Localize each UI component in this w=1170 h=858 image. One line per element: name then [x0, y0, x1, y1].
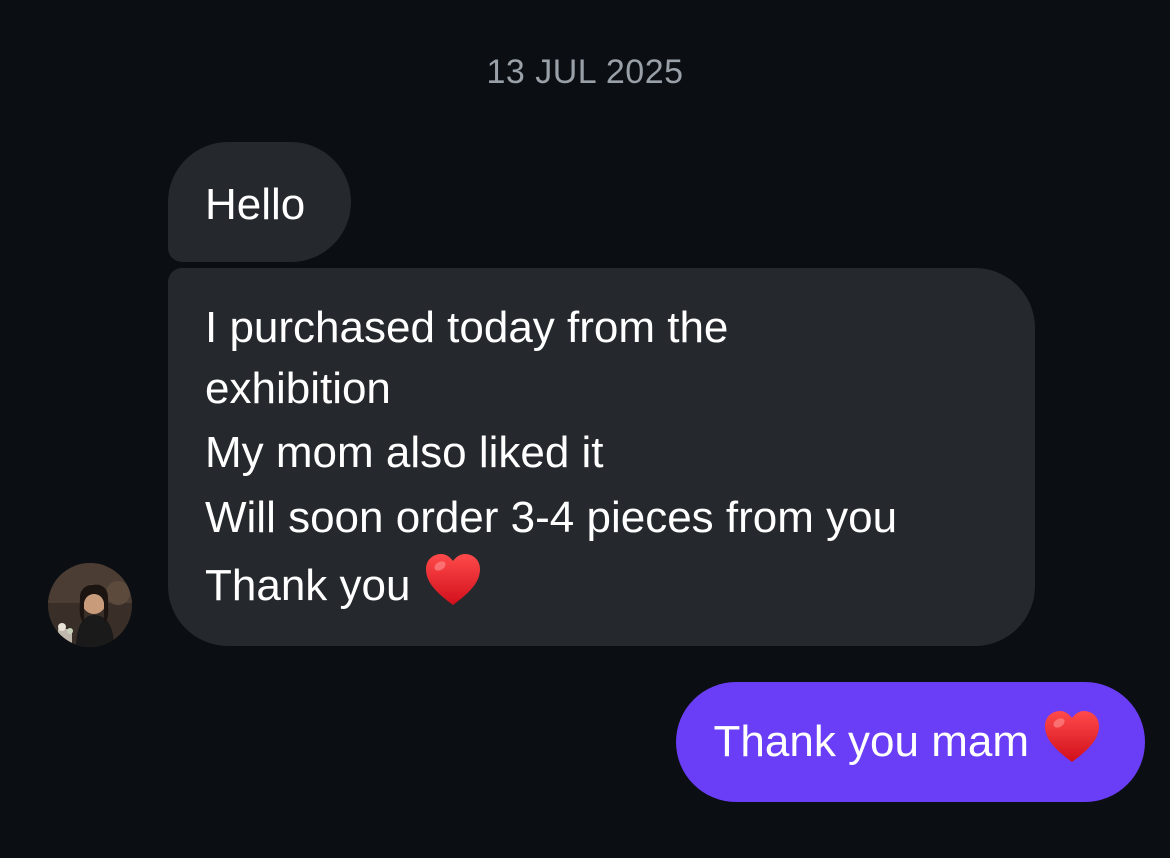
sender-avatar[interactable]	[48, 563, 132, 647]
message-line-with-emoji: Thank you	[205, 553, 1005, 624]
heart-emoji-icon	[424, 553, 482, 624]
message-text: Hello	[205, 180, 306, 229]
profile-photo-avatar-icon	[48, 563, 132, 647]
message-line: Thank you	[205, 560, 411, 610]
message-bubble-incoming[interactable]: I purchased today from the exhibition My…	[168, 268, 1035, 646]
message-bubble-outgoing[interactable]: Thank you mam	[675, 682, 1145, 802]
heart-emoji-icon	[1043, 710, 1101, 775]
date-separator: 13 JUL 2025	[486, 53, 684, 91]
message-line: exhibition	[205, 363, 391, 413]
message-line: My mom also liked it	[205, 428, 604, 478]
message-line: I purchased today from the	[205, 303, 729, 352]
chat-screen: 13 JUL 2025 Hello I purchased today from…	[0, 0, 1170, 858]
message-bubble-incoming[interactable]: Hello	[168, 142, 351, 262]
message-text: Thank you mam	[713, 717, 1029, 766]
message-line: Will soon order 3-4 pieces from you	[205, 493, 898, 543]
